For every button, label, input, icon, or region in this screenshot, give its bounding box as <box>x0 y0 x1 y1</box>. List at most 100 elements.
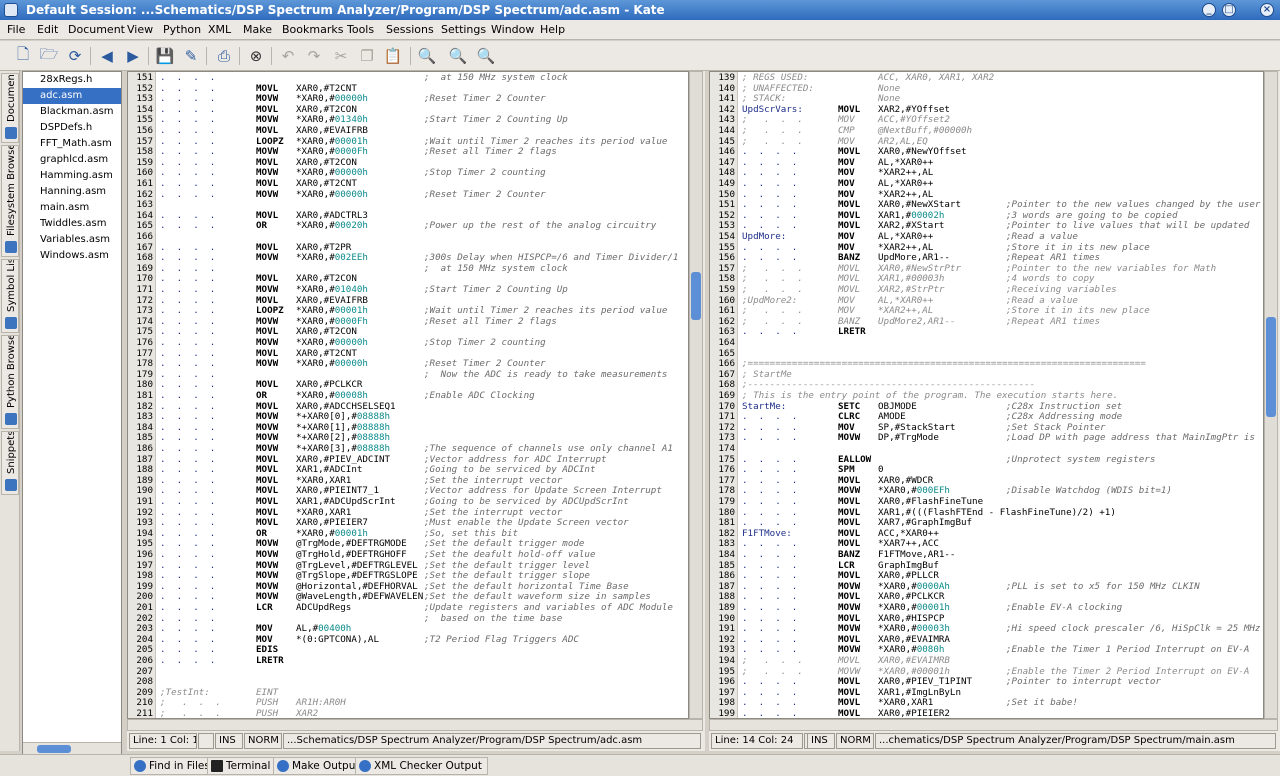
app-icon[interactable] <box>4 3 18 17</box>
menu-edit[interactable]: Edit <box>37 23 58 36</box>
floppy-edit-icon[interactable]: ✎ <box>180 45 202 67</box>
insert-mode[interactable]: INS <box>807 733 835 749</box>
line-number-gutter[interactable]: 139 140 141 142 143 144 145 146 147 148 149 150 151 1… <box>710 72 738 718</box>
hex-literal: 00000h <box>334 93 368 105</box>
line-number: 174 <box>718 443 735 454</box>
tab-make-output[interactable]: Make Output <box>273 757 366 775</box>
line-number: 196 <box>136 549 153 560</box>
line-number: 171 <box>136 284 153 295</box>
reload-icon[interactable]: ⟳ <box>64 45 86 67</box>
modified-indicator <box>198 733 214 749</box>
close-icon[interactable]: ⊗ <box>245 45 267 67</box>
menu-view[interactable]: View <box>127 23 153 36</box>
document-list-item[interactable]: DSPDefs.h <box>23 120 121 136</box>
menu-python[interactable]: Python <box>163 23 201 36</box>
document-list-item[interactable]: FFT_Math.asm <box>23 136 121 152</box>
tab-terminal[interactable]: Terminal <box>207 757 277 775</box>
arrow-right-icon[interactable]: ▶ <box>122 45 144 67</box>
code-label: ; . . . <box>160 708 221 718</box>
document-list-item[interactable]: graphlcd.asm <box>23 152 121 168</box>
tab-xml-checker-output[interactable]: XML Checker Output <box>355 757 488 775</box>
left-horizontal-scrollbar[interactable] <box>127 719 703 731</box>
tab-python-browser[interactable]: Python Browser <box>1 335 19 429</box>
document-list-item[interactable]: main.asm <box>23 200 121 216</box>
selection-mode[interactable]: NORM <box>836 733 874 749</box>
magnifier-next-icon[interactable]: 🔍 <box>447 45 469 67</box>
line-number: 201 <box>136 602 153 613</box>
magnifier-prev-icon[interactable]: 🔍 <box>475 45 497 67</box>
menu-bookmarks[interactable]: Bookmarks <box>282 23 343 36</box>
hex-literal: 08888h <box>356 421 391 433</box>
arrow-left-icon[interactable]: ◀ <box>96 45 118 67</box>
cursor-position: Line: 1 Col: 1 <box>129 733 197 749</box>
magnifier-icon[interactable]: 🔍 <box>416 45 438 67</box>
new-file-icon[interactable]: 🗋 <box>12 45 34 67</box>
menu-tools[interactable]: Tools <box>347 23 374 36</box>
line-number-gutter[interactable]: 151 152 153 154 155 156 157 158 159 160 161 162 163 1… <box>128 72 156 718</box>
right-vertical-scrollbar[interactable] <box>1264 71 1278 719</box>
document-list-item[interactable]: Hanning.asm <box>23 184 121 200</box>
code-area[interactable]: . . . . ; at 150 MHz system clock . . . . M… <box>160 72 688 718</box>
code-op: LCR <box>256 602 273 613</box>
hex-literal: 00020h <box>334 220 368 232</box>
menu-xml[interactable]: XML <box>208 23 231 36</box>
menu-window[interactable]: Window <box>491 23 534 36</box>
hex-literal: 00002h <box>911 209 945 221</box>
code-comment: ;Receiving variables <box>1006 284 1117 295</box>
tab-filesystem-browser[interactable]: Filesystem Browser <box>1 145 19 257</box>
undo-icon[interactable]: ↶ <box>277 45 299 67</box>
code-area[interactable]: ; REGS USED: ACC, XAR0, XAR1, XAR2; UNAFF… <box>742 72 1263 718</box>
selection-mode[interactable]: NORM <box>244 733 282 749</box>
menu-document[interactable]: Document <box>68 23 125 36</box>
code-op: MOVL <box>256 178 279 189</box>
tab-find-in-files[interactable]: Find in Files <box>130 757 216 775</box>
menu-file[interactable]: File <box>7 23 25 36</box>
hex-literal: 01340h <box>334 114 368 126</box>
code-op: MOVW <box>256 284 279 295</box>
code-args: XAR0,#EVAIMRB <box>878 655 950 666</box>
code-label: ; . . . <box>742 125 803 136</box>
scrollbar-thumb[interactable] <box>37 745 71 753</box>
document-list-item[interactable]: 28xRegs.h <box>23 72 121 88</box>
printer-icon[interactable]: ⎙ <box>213 45 235 67</box>
menu-settings[interactable]: Settings <box>441 23 486 36</box>
menu-help[interactable]: Help <box>540 23 565 36</box>
tab-symbol-list[interactable]: Symbol List <box>1 259 19 333</box>
code-label: . . . . <box>160 390 216 401</box>
left-code-editor[interactable]: 151 152 153 154 155 156 157 158 159 160 161 162 163 1… <box>127 71 689 719</box>
document-list-item[interactable]: Twiddles.asm <box>23 216 121 232</box>
hex-literal: 000EFh <box>916 485 950 497</box>
menu-sessions[interactable]: Sessions <box>386 23 434 36</box>
minimize-icon[interactable]: _ <box>1202 3 1216 17</box>
hex-literal: 00001h <box>334 527 368 539</box>
code-args: *XAR0,#00000h <box>296 358 368 370</box>
scissors-icon[interactable]: ✂ <box>330 45 352 67</box>
right-code-editor[interactable]: 139 140 141 142 143 144 145 146 147 148 149 150 151 1… <box>709 71 1264 719</box>
open-folder-icon[interactable]: 🗁 <box>38 45 60 67</box>
document-list-item[interactable]: adc.asm <box>23 88 121 104</box>
menu-make[interactable]: Make <box>243 23 272 36</box>
code-args: ADCUpdRegs <box>296 602 352 613</box>
floppy-icon[interactable]: 💾 <box>154 45 176 67</box>
hex-literal: 0000Fh <box>334 315 368 327</box>
code-label: . . . . <box>160 220 216 232</box>
code-op: OR <box>256 220 268 232</box>
right-scroll-thumb[interactable] <box>1266 317 1276 417</box>
paste-icon[interactable]: 📋 <box>382 45 404 67</box>
right-horizontal-scrollbar[interactable] <box>709 719 1278 731</box>
left-scroll-thumb[interactable] <box>691 272 701 320</box>
line-number: 169 <box>718 390 735 401</box>
tab-snippets[interactable]: Snippets <box>1 431 19 495</box>
document-list-item[interactable]: Blackman.asm <box>23 104 121 120</box>
document-list-item[interactable]: Hamming.asm <box>23 168 121 184</box>
copy-icon[interactable]: ❐ <box>356 45 378 67</box>
document-list-item[interactable]: Windows.asm <box>23 248 121 264</box>
insert-mode[interactable]: INS <box>215 733 243 749</box>
code-comment: ;Update registers and variables of ADC M… <box>424 602 673 613</box>
redo-icon[interactable]: ↷ <box>303 45 325 67</box>
maximize-icon[interactable]: □ <box>1222 3 1236 17</box>
document-list-item[interactable]: Variables.asm <box>23 232 121 248</box>
tab-documents[interactable]: Documents <box>1 73 19 143</box>
close-window-icon[interactable]: × <box>1260 3 1274 17</box>
left-vertical-scrollbar[interactable] <box>689 71 703 719</box>
